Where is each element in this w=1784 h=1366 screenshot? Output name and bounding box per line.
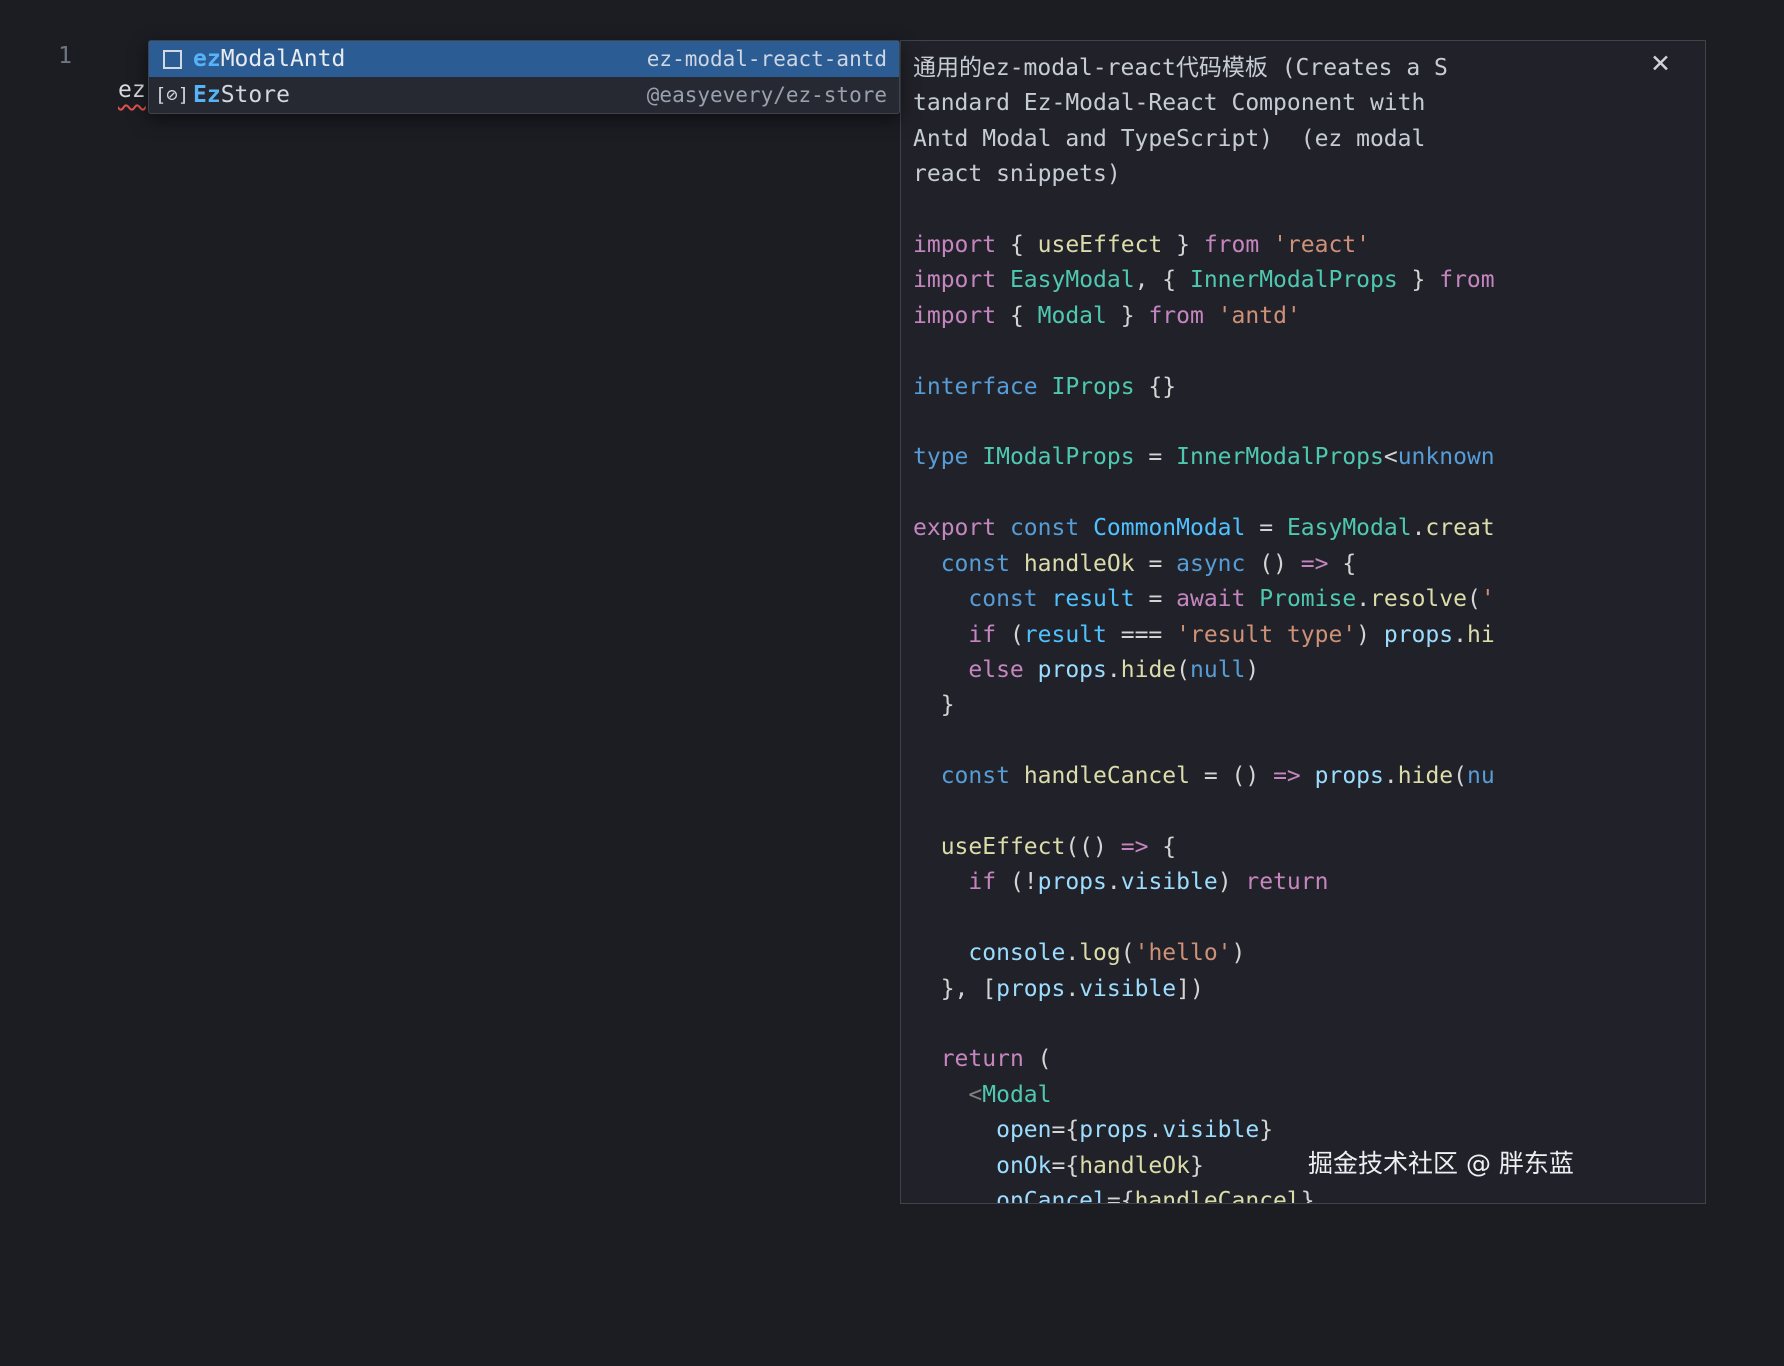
suggestion-detail: ez-modal-react-antd xyxy=(647,47,887,71)
code-line xyxy=(913,476,1691,511)
code-line: const result = await Promise.resolve(' xyxy=(913,582,1691,617)
suggestion-item[interactable]: [⊘] EzStore @easyevery/ez-store xyxy=(149,77,899,113)
code-line: if (result === 'result type') props.hi xyxy=(913,618,1691,653)
code-line: <Modal xyxy=(913,1078,1691,1113)
suggestion-detail: @easyevery/ez-store xyxy=(647,83,887,107)
docs-content: 通用的ez-modal-react代码模板 (Creates a Standar… xyxy=(913,51,1691,1204)
code-line: import { useEffect } from 'react' xyxy=(913,228,1691,263)
docs-header-line: react snippets) xyxy=(913,157,1691,192)
code-line: onCancel={handleCancel} xyxy=(913,1184,1691,1204)
line-number: 1 xyxy=(44,39,72,73)
code-line xyxy=(913,795,1691,830)
suggestion-item[interactable]: ezModalAntd ez-modal-react-antd xyxy=(149,41,899,77)
code-line: import { Modal } from 'antd' xyxy=(913,299,1691,334)
bracket-icon: [⊘] xyxy=(157,84,187,106)
docs-header-line: tandard Ez-Modal-React Component with xyxy=(913,86,1691,121)
suggestion-label: EzStore xyxy=(193,82,290,108)
code-line: type IModalProps = InnerModalProps<unkno… xyxy=(913,440,1691,475)
code-line: useEffect(() => { xyxy=(913,830,1691,865)
code-line xyxy=(913,405,1691,440)
suggest-widget: ezModalAntd ez-modal-react-antd [⊘] EzStore… xyxy=(148,40,900,114)
code-line: import EasyModal, { InnerModalProps } fr… xyxy=(913,263,1691,298)
code-line xyxy=(913,334,1691,369)
watermark: 掘金技术社区 @ 胖东蓝 xyxy=(1308,1144,1574,1180)
suggest-docs-panel: ✕ 通用的ez-modal-react代码模板 (Creates a Stand… xyxy=(900,40,1706,1204)
blank-line xyxy=(913,193,1691,228)
docs-header-line: 通用的ez-modal-react代码模板 (Creates a S xyxy=(913,51,1691,86)
editor-line: 1 ez xyxy=(0,5,28,39)
close-icon[interactable]: ✕ xyxy=(1650,51,1671,76)
snippet-icon xyxy=(157,50,187,69)
code-line: const handleOk = async () => { xyxy=(913,547,1691,582)
code-line: } xyxy=(913,688,1691,723)
editor-typed-text[interactable]: ez xyxy=(118,73,146,107)
code-line: }, [props.visible]) xyxy=(913,972,1691,1007)
code-line: export const CommonModal = EasyModal.cre… xyxy=(913,511,1691,546)
code-line: console.log('hello') xyxy=(913,936,1691,971)
code-line: onOk={handleOk} xyxy=(913,1149,1691,1184)
code-line: return ( xyxy=(913,1042,1691,1077)
code-line: const handleCancel = () => props.hide(nu xyxy=(913,759,1691,794)
docs-header-line: Antd Modal and TypeScript) (ez modal xyxy=(913,122,1691,157)
code-line: open={props.visible} xyxy=(913,1113,1691,1148)
suggestion-list: ezModalAntd ez-modal-react-antd [⊘] EzStore… xyxy=(149,41,899,113)
code-line: interface IProps {} xyxy=(913,370,1691,405)
suggestion-label: ezModalAntd xyxy=(193,46,345,72)
code-line xyxy=(913,1007,1691,1042)
code-line xyxy=(913,901,1691,936)
code-line: else props.hide(null) xyxy=(913,653,1691,688)
code-line: if (!props.visible) return xyxy=(913,865,1691,900)
code-line xyxy=(913,724,1691,759)
